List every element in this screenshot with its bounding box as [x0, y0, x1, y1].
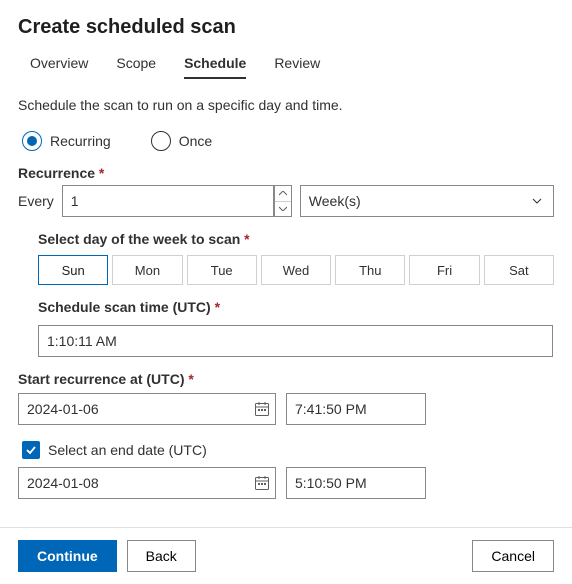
end-date-checkbox-label: Select an end date (UTC)	[48, 442, 207, 458]
spin-up-button[interactable]	[275, 186, 291, 201]
continue-button[interactable]: Continue	[18, 540, 117, 572]
end-time-input[interactable]	[286, 467, 426, 499]
start-recurrence-label: Start recurrence at (UTC) *	[18, 371, 554, 387]
recurrence-label: Recurrence *	[18, 165, 554, 181]
calendar-icon[interactable]	[254, 475, 270, 491]
day-select-label: Select day of the week to scan *	[38, 231, 554, 247]
day-wed[interactable]: Wed	[261, 255, 331, 285]
chevron-up-icon	[279, 191, 287, 196]
tab-scope[interactable]: Scope	[116, 55, 156, 79]
radio-selected-icon	[22, 131, 42, 151]
scan-time-input[interactable]	[38, 325, 553, 357]
chevron-down-icon	[279, 206, 287, 211]
spin-down-button[interactable]	[275, 201, 291, 217]
recurrence-unit-select[interactable]: Week(s)	[300, 185, 554, 217]
cancel-button[interactable]: Cancel	[472, 540, 554, 572]
day-thu[interactable]: Thu	[335, 255, 405, 285]
radio-recurring-label: Recurring	[50, 133, 111, 149]
chevron-down-icon	[531, 195, 543, 207]
day-mon[interactable]: Mon	[112, 255, 182, 285]
radio-unselected-icon	[151, 131, 171, 151]
radio-recurring[interactable]: Recurring	[22, 131, 111, 151]
scan-time-label: Schedule scan time (UTC) *	[38, 299, 554, 315]
page-title: Create scheduled scan	[18, 16, 554, 39]
required-marker: *	[95, 165, 104, 181]
calendar-icon[interactable]	[254, 401, 270, 417]
start-date-input[interactable]	[18, 393, 276, 425]
radio-once-label: Once	[179, 133, 212, 149]
radio-once[interactable]: Once	[151, 131, 212, 151]
description-text: Schedule the scan to run on a specific d…	[18, 97, 554, 113]
wizard-tabs: Overview Scope Schedule Review	[18, 55, 554, 79]
checkbox-checked-icon	[22, 441, 40, 459]
tab-overview[interactable]: Overview	[30, 55, 88, 79]
day-fri[interactable]: Fri	[409, 255, 479, 285]
recurrence-unit-value: Week(s)	[309, 193, 361, 209]
footer-actions: Continue Back Cancel	[0, 527, 572, 584]
every-label: Every	[18, 193, 54, 209]
day-sat[interactable]: Sat	[484, 255, 554, 285]
every-value-input[interactable]	[62, 185, 274, 217]
required-marker: *	[240, 231, 249, 247]
start-time-input[interactable]	[286, 393, 426, 425]
end-date-checkbox[interactable]: Select an end date (UTC)	[18, 441, 554, 459]
day-tue[interactable]: Tue	[187, 255, 257, 285]
end-date-input[interactable]	[18, 467, 276, 499]
day-sun[interactable]: Sun	[38, 255, 108, 285]
required-marker: *	[211, 299, 220, 315]
back-button[interactable]: Back	[127, 540, 196, 572]
tab-review[interactable]: Review	[274, 55, 320, 79]
required-marker: *	[185, 371, 194, 387]
tab-schedule[interactable]: Schedule	[184, 55, 246, 79]
